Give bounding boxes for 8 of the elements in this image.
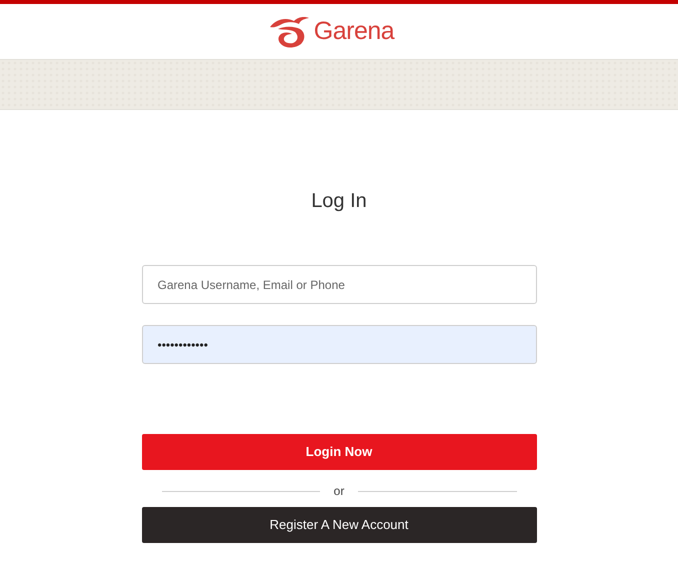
username-field[interactable]: Garena Username, Email or Phone <box>142 265 536 304</box>
brand-name: Garena <box>314 16 394 47</box>
login-button[interactable]: Login Now <box>142 434 536 470</box>
password-field[interactable]: •••••••••••• <box>142 325 536 364</box>
register-button[interactable]: Register A New Account <box>142 507 536 543</box>
login-title: Log In <box>310 189 368 213</box>
logo-icon <box>268 14 310 48</box>
separator-text: or <box>332 483 346 500</box>
